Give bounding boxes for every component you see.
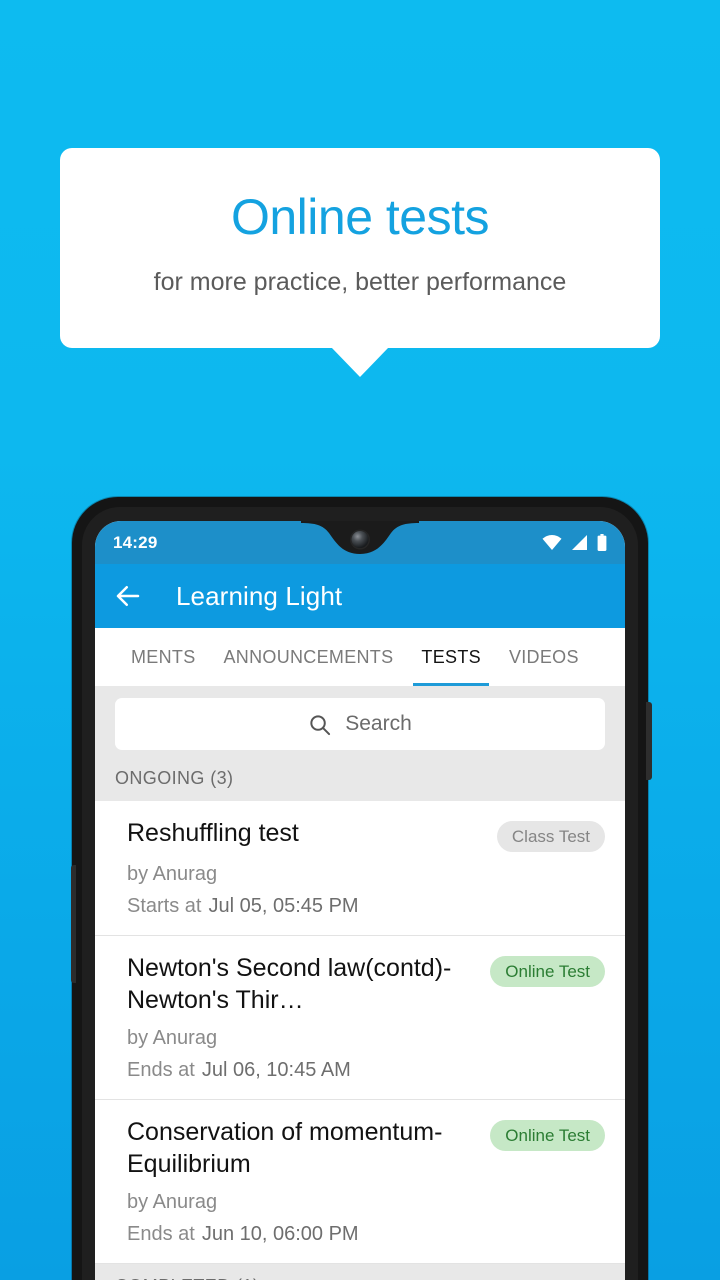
section-header-completed: COMPLETED (1) <box>95 1264 625 1280</box>
status-bar-time: 14:29 <box>113 532 158 552</box>
tab-assignments[interactable]: MENTS <box>117 628 210 686</box>
status-badge: Online Test <box>490 956 605 987</box>
app-bar: Learning Light <box>95 564 625 628</box>
status-badge: Online Test <box>490 1120 605 1151</box>
tab-bar: MENTS ANNOUNCEMENTS TESTS VIDEOS <box>95 628 625 686</box>
phone-screen: 14:29 Learning Light MENTS ANNOUNCEMENTS… <box>95 521 625 1280</box>
test-schedule-label: Ends at <box>127 1223 195 1245</box>
wifi-icon <box>542 535 562 550</box>
phone-device-frame: 14:29 Learning Light MENTS ANNOUNCEMENTS… <box>71 497 652 1280</box>
test-author: by Anurag <box>127 1027 218 1049</box>
test-list: Reshuffling test Class Test by Anurag St… <box>95 801 625 1264</box>
test-row-header: Reshuffling test Class Test <box>127 818 605 852</box>
tab-announcements[interactable]: ANNOUNCEMENTS <box>210 628 408 686</box>
test-row-header: Newton's Second law(contd)-Newton's Thir… <box>127 953 605 1016</box>
test-schedule-label: Starts at <box>127 895 202 917</box>
test-schedule-value: Jun 10, 06:00 PM <box>201 1223 359 1245</box>
app-bar-title: Learning Light <box>176 580 343 611</box>
search-icon <box>310 714 331 735</box>
test-list-item[interactable]: Newton's Second law(contd)-Newton's Thir… <box>95 936 625 1100</box>
test-row-header: Conservation of momentum-Equilibrium Onl… <box>127 1117 605 1180</box>
search-placeholder: Search <box>345 712 412 735</box>
status-badge: Class Test <box>496 821 605 852</box>
section-header-ongoing: ONGOING (3) <box>95 764 625 801</box>
cellular-signal-icon <box>572 535 587 550</box>
test-schedule: Starts at Jul 05, 05:45 PM <box>127 895 605 918</box>
tab-videos[interactable]: VIDEOS <box>495 628 593 686</box>
tests-content-area: Search ONGOING (3) Reshuffling test Clas… <box>95 686 625 1280</box>
test-title: Reshuffling test <box>127 819 299 847</box>
battery-icon <box>597 534 607 551</box>
power-button[interactable] <box>646 702 652 780</box>
test-author: by Anurag <box>127 1191 218 1213</box>
promo-callout-bubble: Online tests for more practice, better p… <box>60 148 660 348</box>
volume-button[interactable] <box>71 865 76 983</box>
test-schedule: Ends at Jul 06, 10:45 AM <box>127 1059 605 1082</box>
status-bar: 14:29 <box>95 521 625 564</box>
test-schedule: Ends at Jun 10, 06:00 PM <box>127 1223 605 1246</box>
search-input[interactable]: Search <box>115 698 605 750</box>
test-schedule-label: Ends at <box>127 1059 195 1081</box>
test-title: Conservation of momentum-Equilibrium <box>127 1118 443 1178</box>
search-section: Search <box>95 686 625 764</box>
test-schedule-value: Jul 05, 05:45 PM <box>208 895 359 917</box>
test-list-item[interactable]: Conservation of momentum-Equilibrium Onl… <box>95 1100 625 1264</box>
test-schedule-value: Jul 06, 10:45 AM <box>201 1059 351 1081</box>
status-bar-icons <box>542 534 607 551</box>
test-author: by Anurag <box>127 863 218 885</box>
promo-title: Online tests <box>230 189 490 245</box>
tab-tests[interactable]: TESTS <box>407 628 495 686</box>
back-arrow-icon[interactable] <box>113 581 143 611</box>
promo-subtitle: for more practice, better performance <box>153 268 567 296</box>
promo-bubble-tail <box>331 347 389 377</box>
test-title: Newton's Second law(contd)-Newton's Thir… <box>127 954 452 1014</box>
test-list-item[interactable]: Reshuffling test Class Test by Anurag St… <box>95 801 625 936</box>
